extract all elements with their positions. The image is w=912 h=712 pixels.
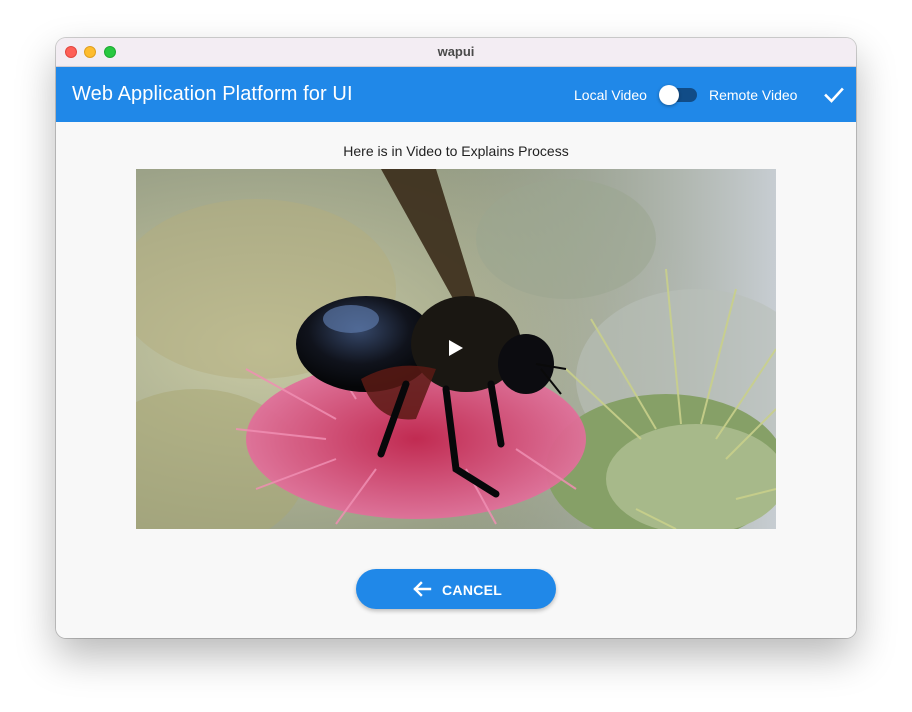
video-source-toggle[interactable] bbox=[659, 85, 697, 105]
remote-video-label: Remote Video bbox=[709, 87, 798, 103]
cancel-button[interactable]: CANCEL bbox=[356, 569, 556, 609]
confirm-button[interactable] bbox=[822, 83, 846, 107]
local-video-label: Local Video bbox=[574, 87, 647, 103]
arrow-left-icon bbox=[413, 581, 432, 597]
video-caption: Here is in Video to Explains Process bbox=[343, 143, 569, 159]
main-content: Here is in Video to Explains Process CAN… bbox=[56, 122, 856, 638]
title-bar: wapui bbox=[56, 38, 856, 67]
toggle-thumb bbox=[659, 85, 679, 105]
app-title: Web Application Platform for UI bbox=[72, 83, 353, 105]
check-icon bbox=[824, 87, 844, 103]
window-title: wapui bbox=[437, 44, 475, 59]
app-window: wapui Web Application Platform for UI Lo… bbox=[56, 38, 856, 638]
play-icon[interactable] bbox=[448, 339, 464, 357]
video-player[interactable] bbox=[136, 169, 776, 529]
app-bar: Web Application Platform for UI Local Vi… bbox=[56, 67, 856, 122]
cancel-label: CANCEL bbox=[442, 582, 503, 598]
